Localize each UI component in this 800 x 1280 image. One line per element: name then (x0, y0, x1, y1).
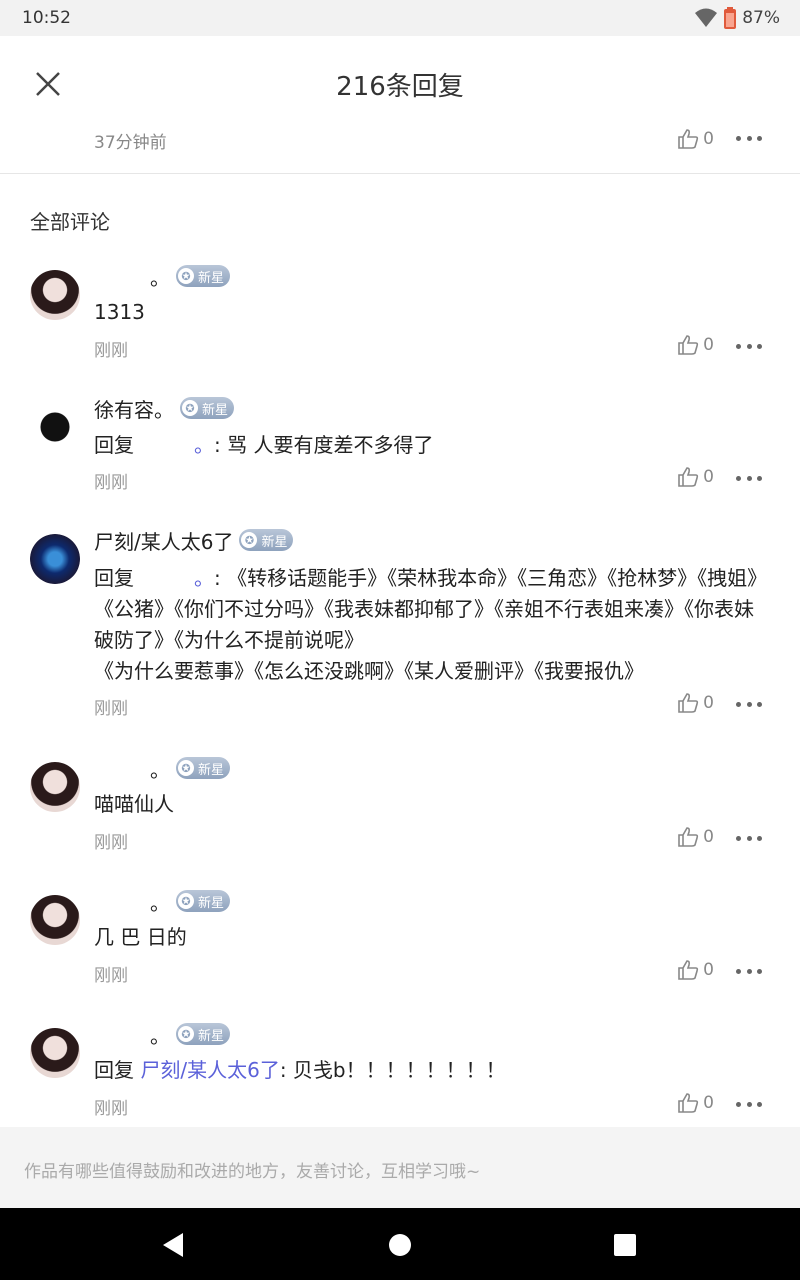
more-button[interactable] (736, 128, 762, 148)
comment-author[interactable]: 徐有容。 ✪ 新星 (94, 394, 235, 422)
status-bar: 10:52 87% (0, 0, 800, 36)
page-title: 216条回复 (336, 72, 464, 102)
new-star-badge: ✪ 新星 (176, 1023, 231, 1045)
author-name: 。 (150, 1023, 170, 1048)
like-button[interactable]: 0 (677, 1092, 714, 1114)
comment-author[interactable]: 。 ✪ 新星 (94, 887, 231, 915)
comment-time: 刚刚 (94, 473, 128, 493)
comment-author[interactable]: 尸刻/某人太6了 ✪ 新星 (94, 526, 294, 554)
thumbs-up-icon (678, 960, 699, 980)
wifi-icon (695, 8, 718, 27)
avatar[interactable] (30, 270, 80, 320)
navigation-bar (0, 1208, 800, 1280)
home-button[interactable] (385, 1230, 415, 1260)
comment-author[interactable]: 。 ✪ 新星 (94, 262, 231, 290)
recents-button[interactable] (610, 1230, 640, 1260)
comment-time: 刚刚 (94, 833, 128, 853)
thumbs-up-icon (678, 467, 699, 487)
like-count: 0 (703, 960, 714, 980)
author-name: 徐有容。 (94, 397, 174, 422)
star-icon: ✪ (178, 760, 194, 776)
like-count: 0 (703, 467, 714, 487)
comment-body: 回复 尸刻/某人太6了: 贝戋b！！！！！！！！ (94, 1058, 506, 1082)
like-count: 0 (703, 129, 714, 149)
comment-body: 喵喵仙人 (94, 792, 174, 816)
thumbs-up-icon (678, 1093, 699, 1113)
like-count: 0 (703, 693, 714, 713)
avatar[interactable] (30, 895, 80, 945)
avatar[interactable] (30, 402, 80, 452)
like-count: 0 (703, 827, 714, 847)
like-button[interactable]: 0 (677, 692, 714, 714)
more-button[interactable] (736, 1094, 762, 1114)
reply-target-link[interactable]: 。 (194, 566, 214, 590)
author-name: 。 (150, 757, 170, 782)
battery-icon (724, 7, 737, 29)
new-star-badge: ✪ 新星 (176, 265, 231, 287)
star-icon: ✪ (178, 893, 194, 909)
header: 216条回复 (0, 36, 800, 132)
comment-time: 刚刚 (94, 699, 128, 719)
recents-square-icon (614, 1234, 636, 1256)
comment-body: 1313 (94, 300, 145, 324)
comment-time: 刚刚 (94, 341, 128, 361)
like-button[interactable]: 0 (677, 334, 714, 356)
back-triangle-icon (163, 1233, 183, 1257)
like-count: 0 (703, 1093, 714, 1113)
thumbs-up-icon (678, 693, 699, 713)
more-button[interactable] (736, 961, 762, 981)
divider (0, 173, 800, 174)
comment-time: 刚刚 (94, 966, 128, 986)
more-button[interactable] (736, 694, 762, 714)
reply-target-link[interactable]: 。 (194, 433, 214, 457)
new-star-badge: ✪ 新星 (180, 397, 235, 419)
comment-input[interactable]: 作品有哪些值得鼓励和改进的地方，友善讨论，互相学习哦~ (0, 1127, 800, 1208)
like-button[interactable]: 0 (677, 826, 714, 848)
avatar[interactable] (30, 534, 80, 584)
new-star-badge: ✪ 新星 (176, 890, 231, 912)
thumbs-up-icon (678, 827, 699, 847)
like-button[interactable]: 0 (677, 128, 714, 150)
battery-percent: 87% (742, 8, 780, 28)
star-icon: ✪ (178, 1026, 194, 1042)
star-icon: ✪ (178, 268, 194, 284)
new-star-badge: ✪ 新星 (239, 529, 294, 551)
status-indicators: 87% (694, 7, 780, 29)
more-button[interactable] (736, 468, 762, 488)
reply-target-link[interactable]: 尸刻/某人太6了 (140, 1058, 279, 1082)
like-button[interactable]: 0 (677, 466, 714, 488)
back-button[interactable] (158, 1230, 188, 1260)
comment-author[interactable]: 。 ✪ 新星 (94, 1020, 231, 1048)
comment-body: 回复。: 骂 人要有度差不多得了 (94, 433, 434, 457)
like-count: 0 (703, 335, 714, 355)
author-name: 。 (150, 890, 170, 915)
like-button[interactable]: 0 (677, 959, 714, 981)
comment-time: 刚刚 (94, 1099, 128, 1119)
avatar[interactable] (30, 762, 80, 812)
status-time: 10:52 (22, 8, 71, 28)
section-title: 全部评论 (30, 210, 110, 234)
comment-time: 37分钟前 (94, 133, 167, 153)
thumbs-up-icon (678, 335, 699, 355)
author-name: 。 (150, 265, 170, 290)
comment-input-placeholder: 作品有哪些值得鼓励和改进的地方，友善讨论，互相学习哦~ (24, 1162, 481, 1182)
thumbs-up-icon (678, 129, 699, 149)
author-name: 尸刻/某人太6了 (94, 529, 234, 554)
more-button[interactable] (736, 828, 762, 848)
star-icon: ✪ (182, 400, 198, 416)
star-icon: ✪ (241, 532, 258, 548)
comment-author[interactable]: 。 ✪ 新星 (94, 754, 231, 782)
avatar[interactable] (30, 1028, 80, 1078)
top-comment-meta: 37分钟前 0 (0, 120, 800, 160)
new-star-badge: ✪ 新星 (176, 757, 231, 779)
comment-body: 回复。: 《转移话题能手》《荣林我本命》《三角恋》《抢林梦》《拽姐》《公猪》《你… (94, 566, 768, 683)
home-circle-icon (389, 1234, 411, 1256)
comment-body: 几 巴 日的 (94, 925, 187, 949)
more-button[interactable] (736, 336, 762, 356)
